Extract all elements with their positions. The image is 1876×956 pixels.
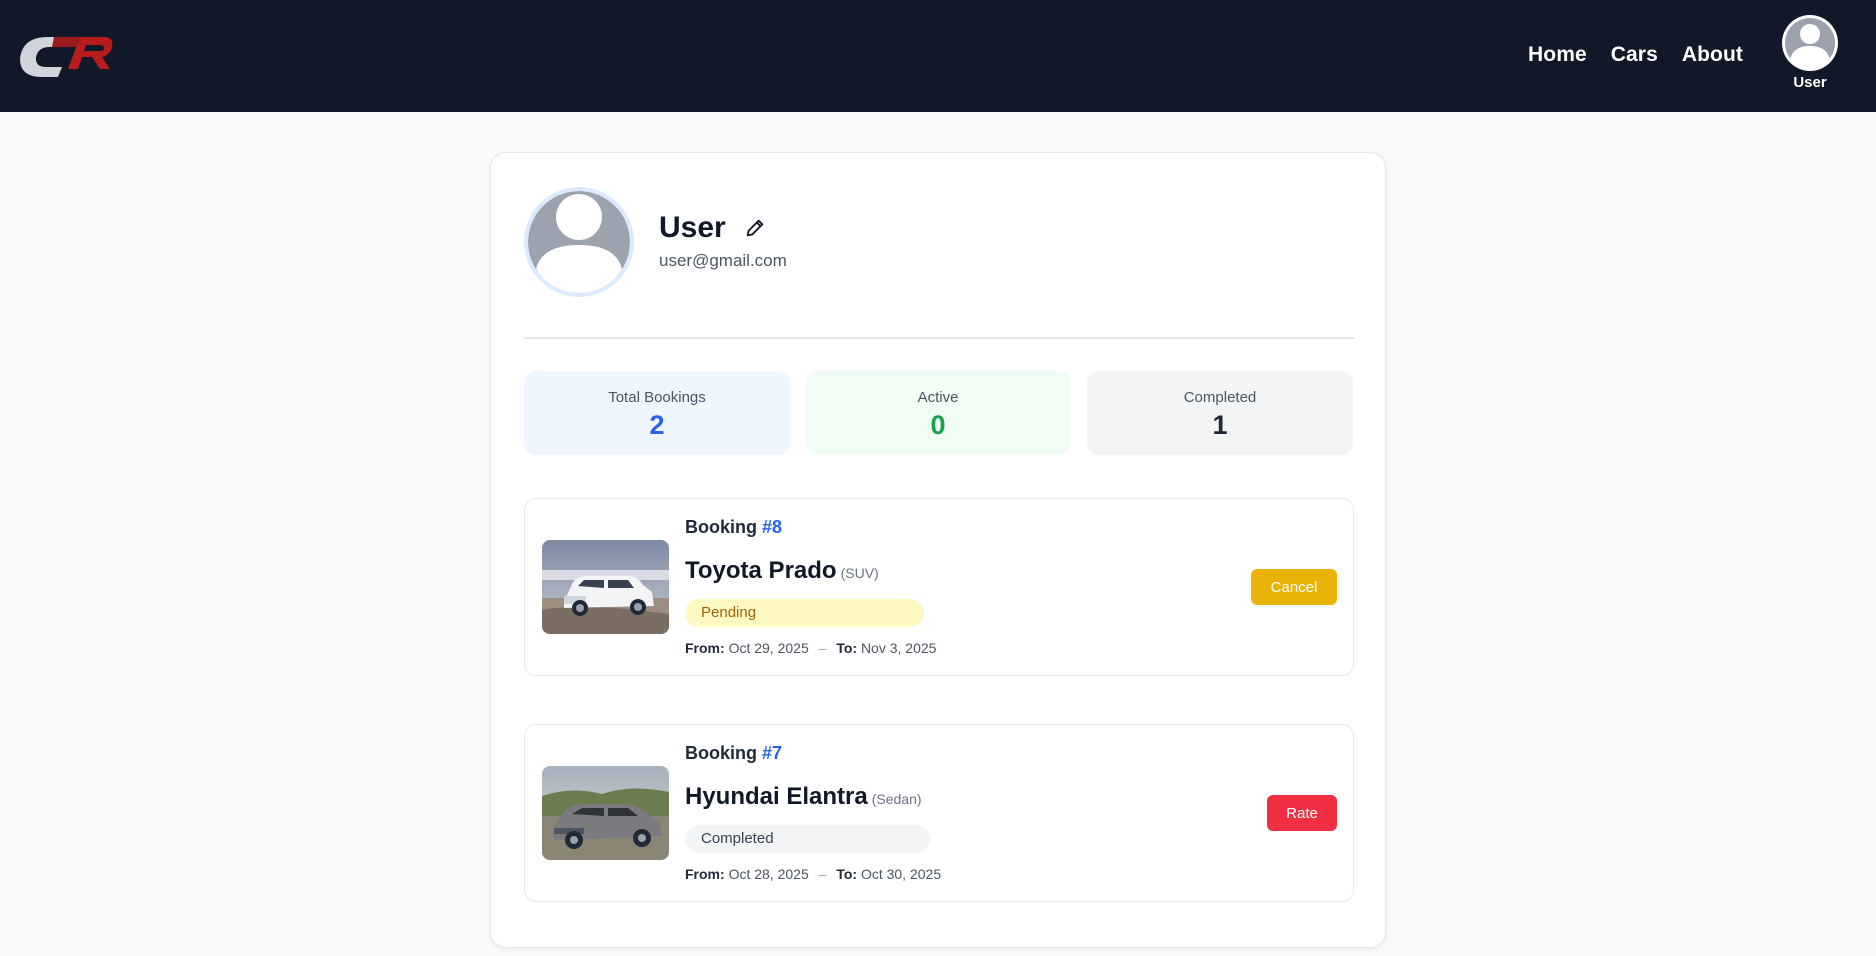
to-date: Nov 3, 2025	[860, 640, 937, 656]
stat-value: 2	[649, 410, 665, 440]
cancel-button[interactable]: Cancel	[1251, 569, 1337, 605]
stat-completed: Completed 1	[1087, 371, 1353, 455]
nav-cars[interactable]: Cars	[1611, 43, 1658, 67]
to-date: Oct 30, 2025	[860, 866, 942, 882]
booking-dates: From: Oct 28, 2025 – To: Oct 30, 2025	[685, 866, 941, 882]
booking-card: Booking #7 Hyundai Elantra (Sedan) Comple…	[524, 724, 1354, 902]
stat-label: Total Bookings	[608, 389, 706, 406]
main-nav: Home Cars About	[1528, 43, 1767, 67]
car-image	[542, 766, 669, 860]
from-date: Oct 29, 2025	[728, 640, 809, 656]
booking-card: Booking #8 Toyota Prado (SUV) Pending Fro…	[524, 498, 1354, 676]
booking-number: #7	[762, 743, 783, 763]
booking-label: Booking	[685, 517, 757, 537]
nav-home[interactable]: Home	[1528, 43, 1587, 67]
user-menu[interactable]: User	[1782, 15, 1838, 91]
car-model: Toyota Prado	[685, 557, 837, 584]
navbar: Home Cars About User	[0, 0, 1876, 112]
date-separator: –	[818, 866, 827, 882]
from-date: Oct 28, 2025	[728, 866, 809, 882]
profile-name: User	[659, 211, 726, 244]
booking-id: Booking #8	[685, 517, 782, 538]
nav-about[interactable]: About	[1682, 43, 1743, 67]
car-model: Hyundai Elantra	[685, 783, 868, 810]
to-label: To:	[836, 866, 858, 882]
booking-label: Booking	[685, 743, 757, 763]
booking-dates: From: Oct 29, 2025 – To: Nov 3, 2025	[685, 640, 936, 656]
stat-value: 0	[930, 410, 946, 440]
stat-total-bookings: Total Bookings 2	[524, 371, 790, 455]
from-label: From:	[685, 866, 725, 882]
status-badge: Pending	[685, 599, 924, 627]
car-image	[542, 540, 669, 634]
stat-label: Completed	[1183, 389, 1257, 406]
from-label: From:	[685, 640, 725, 656]
to-label: To:	[836, 640, 858, 656]
stat-value: 1	[1212, 410, 1228, 440]
rate-button[interactable]: Rate	[1267, 795, 1337, 831]
car-name: Toyota Prado (SUV)	[685, 557, 879, 585]
profile-avatar	[524, 187, 634, 297]
car-type: (Sedan)	[871, 791, 922, 807]
user-label: User	[1793, 74, 1827, 91]
user-avatar-icon[interactable]	[1782, 15, 1838, 71]
status-badge: Completed	[685, 825, 930, 853]
booking-id: Booking #7	[685, 743, 782, 764]
booking-number: #8	[762, 517, 783, 537]
date-separator: –	[818, 640, 827, 656]
stat-label: Active	[917, 389, 959, 406]
car-name: Hyundai Elantra (Sedan)	[685, 783, 922, 811]
cr-logo-icon[interactable]	[18, 33, 114, 78]
car-type: (SUV)	[840, 565, 879, 581]
profile-card: User user@gmail.com Total Bookings 2 Act…	[490, 152, 1386, 948]
divider	[524, 337, 1354, 339]
profile-email: user@gmail.com	[659, 251, 787, 270]
pencil-icon[interactable]	[744, 217, 766, 239]
stat-active: Active 0	[805, 371, 1071, 455]
